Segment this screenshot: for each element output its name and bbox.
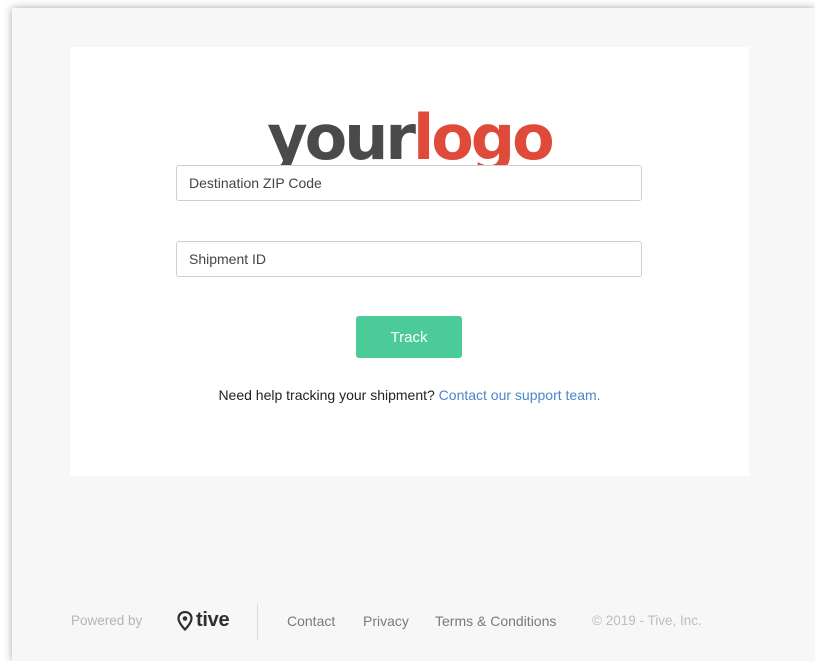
footer: Powered by tive Contact Privacy Terms & …	[71, 604, 771, 640]
location-pin-icon	[177, 610, 193, 631]
tive-wordmark: tive	[196, 609, 230, 631]
footer-link-terms[interactable]: Terms & Conditions	[435, 613, 556, 629]
brand-logo: yourlogo	[70, 107, 749, 169]
copyright-text: © 2019 - Tive, Inc.	[592, 613, 702, 628]
tracking-card: yourlogo Track Need help tracking your s…	[70, 47, 749, 476]
logo-word-your: your	[267, 101, 416, 174]
destination-zip-input[interactable]	[176, 165, 642, 201]
help-message: Need help tracking your shipment?	[218, 387, 435, 403]
shipment-id-input[interactable]	[176, 241, 642, 277]
page-frame: yourlogo Track Need help tracking your s…	[12, 8, 815, 661]
footer-divider	[257, 604, 258, 640]
support-link[interactable]: Contact our support team.	[439, 387, 601, 403]
footer-link-contact[interactable]: Contact	[287, 613, 335, 629]
logo-word-logo: logo	[412, 101, 555, 174]
track-button[interactable]: Track	[356, 316, 462, 358]
powered-by-label: Powered by	[71, 613, 143, 628]
footer-link-privacy[interactable]: Privacy	[363, 613, 409, 629]
tive-logo[interactable]: tive	[177, 609, 230, 632]
help-text: Need help tracking your shipment? Contac…	[70, 387, 749, 403]
